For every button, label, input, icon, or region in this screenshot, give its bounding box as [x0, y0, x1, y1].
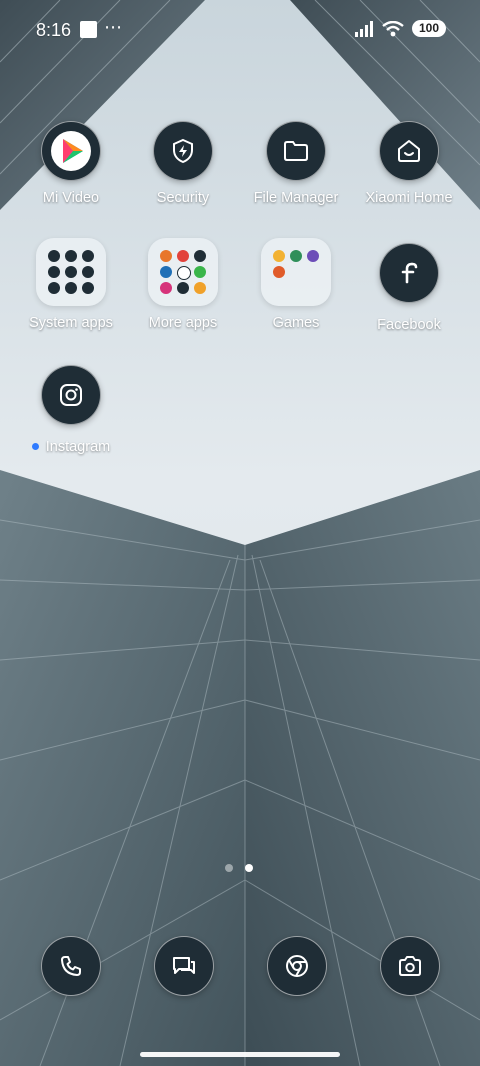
xiaomi-home-app-icon — [379, 121, 439, 181]
mini-app-icon — [82, 282, 94, 294]
home-gesture-bar[interactable] — [140, 1052, 340, 1057]
app-security[interactable]: Security — [123, 121, 243, 206]
mini-app-icon — [65, 282, 77, 294]
mini-app-icon — [194, 266, 206, 278]
play-triangle-icon — [51, 131, 91, 171]
app-label: Mi Video — [42, 190, 100, 206]
signal-icon — [355, 20, 373, 37]
app-label: More apps — [148, 315, 218, 331]
dock-chrome[interactable] — [267, 936, 327, 996]
app-label: System apps — [29, 315, 113, 331]
app-label: Games — [272, 315, 320, 331]
battery-icon: 100 — [412, 20, 446, 37]
mini-app-icon — [273, 250, 285, 262]
status-indicators: 100 — [354, 20, 446, 37]
messages-app-icon — [154, 936, 214, 996]
app-mi-video[interactable]: Mi Video — [11, 121, 131, 206]
mini-app-icon — [273, 266, 285, 278]
mini-app-icon — [290, 250, 302, 262]
page-dot — [225, 864, 233, 872]
dock-messages[interactable] — [154, 936, 214, 996]
status-bar: 8:16 ⋯ 100 — [0, 0, 480, 60]
app-label-text: Instagram — [45, 439, 111, 455]
instagram-app-icon — [41, 365, 101, 425]
dock-phone[interactable] — [41, 936, 101, 996]
instagram-camera-icon — [60, 384, 82, 406]
chrome-icon — [286, 955, 308, 977]
mini-app-icon — [48, 266, 60, 278]
app-label: Instagram — [11, 439, 131, 455]
mini-app-icon — [160, 266, 172, 278]
messages-icon — [173, 957, 195, 974]
folder-icon — [284, 141, 308, 161]
file-manager-app-icon — [266, 121, 326, 181]
app-instagram[interactable]: Instagram — [11, 365, 131, 455]
folder-grid-icon — [36, 238, 106, 306]
mini-app-icon — [82, 266, 94, 278]
phone-icon — [61, 956, 81, 976]
app-facebook[interactable]: Facebook — [349, 243, 469, 333]
mini-app-icon — [160, 250, 172, 262]
mini-app-icon — [82, 250, 94, 262]
mini-app-icon — [307, 250, 319, 262]
mini-app-icon — [48, 282, 60, 294]
notification-square-icon — [80, 21, 97, 38]
folder-grid-icon — [148, 238, 218, 306]
wifi-icon — [382, 20, 404, 36]
mini-app-icon — [194, 282, 206, 294]
app-label: Security — [156, 190, 210, 206]
shield-bolt-icon — [173, 138, 193, 164]
app-xiaomi-home[interactable]: Xiaomi Home — [349, 121, 469, 206]
camera-icon — [399, 956, 421, 976]
page-dot-active — [245, 864, 253, 872]
folder-system-apps[interactable]: System apps — [11, 238, 131, 331]
folder-games[interactable]: Games — [236, 238, 356, 331]
facebook-f-icon — [401, 262, 418, 284]
mi-video-app-icon — [41, 121, 101, 181]
mini-app-icon — [177, 250, 189, 262]
mini-app-icon — [177, 282, 189, 294]
more-dots-icon: ⋯ — [104, 17, 123, 37]
mini-app-icon — [160, 282, 172, 294]
facebook-app-icon — [379, 243, 439, 303]
new-install-dot — [31, 442, 39, 450]
home-smile-icon — [398, 140, 420, 162]
mini-app-icon — [194, 250, 206, 262]
chrome-app-icon — [267, 936, 327, 996]
mini-app-icon — [177, 266, 191, 280]
camera-app-icon — [380, 936, 440, 996]
mini-app-icon — [65, 250, 77, 262]
page-indicator[interactable] — [0, 864, 480, 874]
app-label: Xiaomi Home — [365, 190, 453, 206]
app-file-manager[interactable]: File Manager — [236, 121, 356, 206]
app-label: Facebook — [377, 317, 441, 333]
folder-more-apps[interactable]: More apps — [123, 238, 243, 331]
phone-app-icon — [41, 936, 101, 996]
security-app-icon — [153, 121, 213, 181]
folder-grid-icon — [261, 238, 331, 306]
dock-camera[interactable] — [380, 936, 440, 996]
app-label: File Manager — [253, 190, 339, 206]
mini-app-icon — [65, 266, 77, 278]
mini-app-icon — [48, 250, 60, 262]
status-time: 8:16 — [36, 20, 72, 40]
